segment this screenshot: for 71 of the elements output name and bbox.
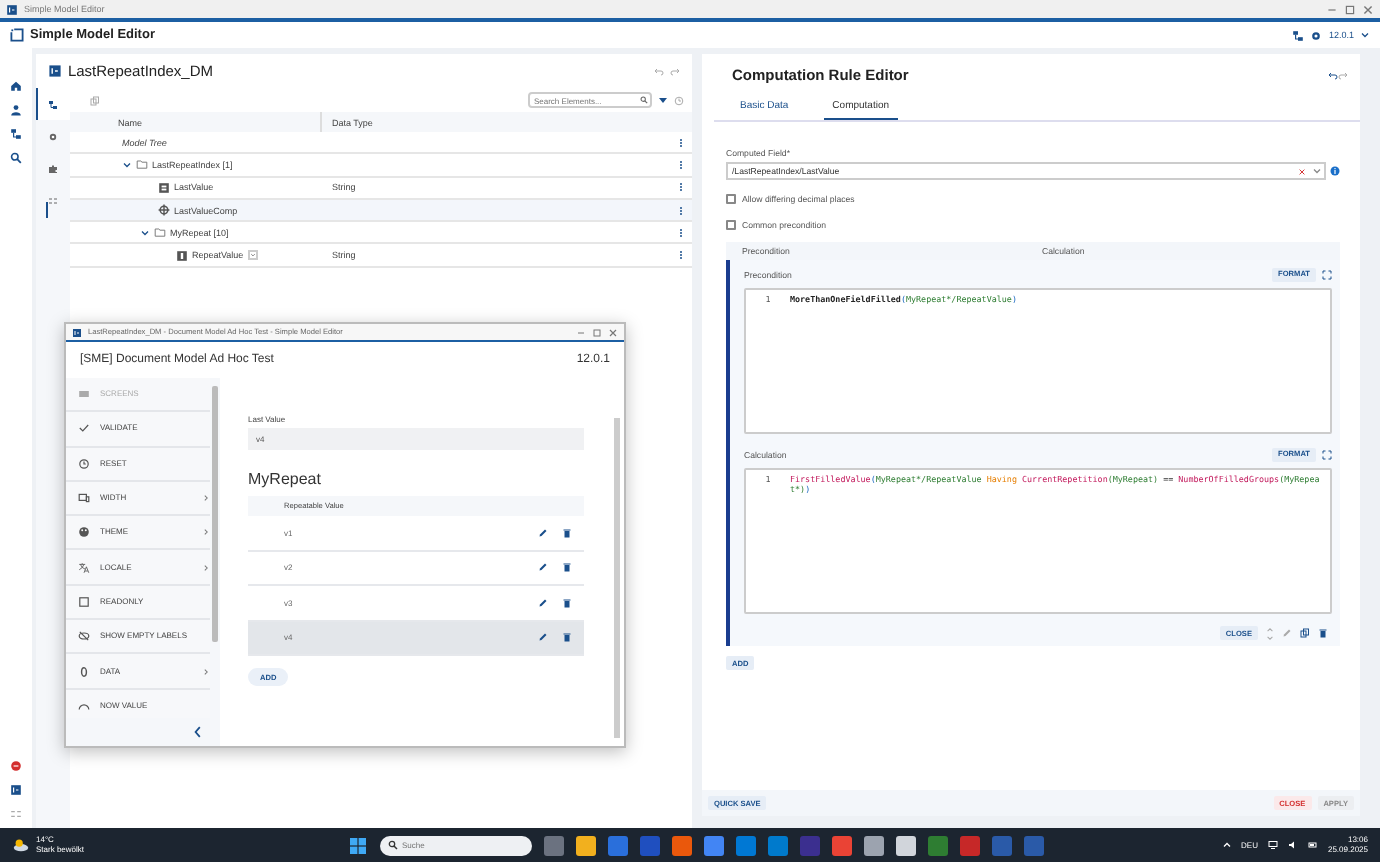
delete-icon[interactable]: [562, 562, 572, 573]
edit-icon[interactable]: [538, 632, 548, 643]
folder-icon: [135, 158, 148, 171]
chevron-icon: [202, 528, 210, 537]
chevron-icon[interactable]: [121, 159, 132, 170]
edit-icon[interactable]: [538, 562, 548, 573]
hierarchy-icon: [48, 99, 59, 109]
app-icon: [6, 3, 18, 15]
selection-indicator: [45, 201, 49, 219]
caret-icon[interactable]: [1360, 30, 1370, 40]
chevron-icon: [202, 667, 210, 676]
scrollbar[interactable]: [212, 386, 218, 642]
clear-icon[interactable]: [1298, 167, 1306, 175]
collapse-icon[interactable]: [192, 726, 204, 738]
gear-icon: [48, 131, 59, 141]
close-icon[interactable]: [608, 327, 618, 337]
undo-icon[interactable]: [1328, 69, 1338, 79]
close-icon[interactable]: [1362, 3, 1374, 15]
palette-icon: [78, 526, 90, 539]
edit-icon[interactable]: [538, 527, 548, 538]
logo-icon: [10, 28, 24, 42]
scrollbar[interactable]: [614, 418, 620, 738]
document-icon[interactable]: [9, 784, 22, 796]
check-icon: [78, 422, 90, 435]
fullscreen-icon[interactable]: [1322, 269, 1332, 279]
chevron-icon: [202, 563, 210, 572]
fullscreen-icon[interactable]: [1322, 449, 1332, 459]
delete-icon[interactable]: [562, 597, 572, 608]
list-icon: [48, 195, 59, 205]
weather-icon[interactable]: [12, 836, 30, 854]
crosshair-icon: [157, 204, 170, 217]
volume-icon[interactable]: [1287, 840, 1298, 850]
redo-icon[interactable]: [669, 66, 680, 76]
hidden-icon: [78, 630, 90, 643]
error-icon[interactable]: [9, 760, 22, 772]
section-title: MyRepeat: [248, 470, 323, 488]
delete-icon[interactable]: [562, 632, 572, 643]
model-icon: [47, 64, 62, 78]
devices-icon: [78, 492, 90, 505]
list-icon[interactable]: [9, 808, 22, 820]
filter-icon[interactable]: [657, 95, 668, 105]
checkbox[interactable]: [725, 219, 736, 229]
checkbox[interactable]: [725, 193, 736, 203]
search-icon: [388, 840, 398, 850]
data-icon: [78, 665, 90, 678]
hierarchy-icon[interactable]: [9, 128, 22, 140]
delete-icon[interactable]: [562, 527, 572, 538]
delete-icon[interactable]: [1318, 628, 1328, 638]
copy-icon[interactable]: [1300, 628, 1310, 638]
puzzle-icon: [48, 163, 59, 173]
start-icon[interactable]: [348, 835, 368, 855]
settings-icon[interactable]: [1310, 29, 1323, 41]
folder-icon: [153, 226, 166, 239]
chevron-icon[interactable]: [139, 227, 150, 238]
info-icon[interactable]: [1330, 166, 1340, 176]
dropdown-icon[interactable]: [1312, 166, 1322, 176]
checkbox-icon: [78, 595, 90, 608]
person-icon[interactable]: [9, 104, 22, 116]
chevron-icon: [202, 494, 210, 503]
field-icon: [157, 181, 170, 194]
maximize-icon[interactable]: [1344, 3, 1356, 15]
search-icon: [639, 96, 648, 104]
home-icon[interactable]: [9, 80, 22, 92]
battery-icon[interactable]: [1307, 840, 1318, 850]
history-icon: [78, 457, 90, 470]
field-icon: [175, 249, 188, 262]
maximize-icon[interactable]: [592, 327, 602, 337]
edit-icon[interactable]: [538, 597, 548, 608]
dropdown-icon[interactable]: [247, 250, 258, 261]
search-icon[interactable]: [9, 152, 22, 164]
translate-icon: [78, 561, 90, 574]
